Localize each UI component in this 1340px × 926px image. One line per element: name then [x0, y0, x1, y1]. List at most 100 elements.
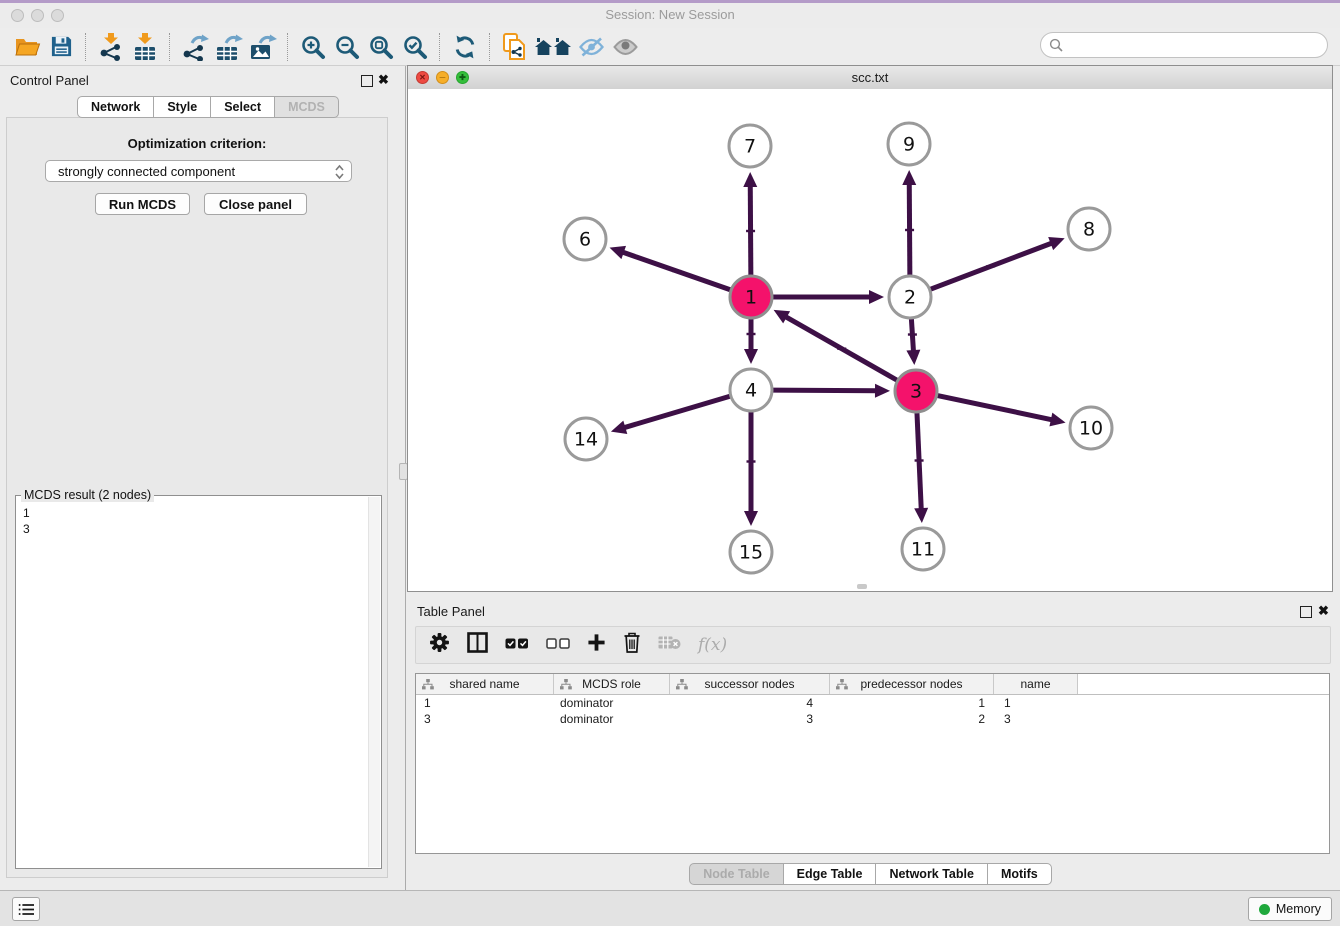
table-settings-gear-icon[interactable]: [429, 632, 450, 658]
dropdown-stepper-icon: [334, 164, 345, 183]
cell-name[interactable]: 3: [994, 711, 1078, 727]
cell-successor-nodes[interactable]: 4: [670, 695, 830, 711]
graph-node-9[interactable]: 9: [888, 123, 930, 165]
graph-node-15[interactable]: 15: [730, 531, 772, 573]
tab-edge-table[interactable]: Edge Table: [783, 863, 877, 885]
column-header-successor-nodes[interactable]: successor nodes: [670, 674, 830, 694]
graph-node-3[interactable]: 3: [895, 370, 937, 412]
export-network-icon[interactable]: [178, 31, 212, 63]
network-window-title: scc.txt: [408, 66, 1332, 89]
cell-successor-nodes[interactable]: 3: [670, 711, 830, 727]
edge-label-mark: [746, 230, 755, 232]
first-neighbors-icon[interactable]: [532, 31, 574, 63]
duplicate-network-icon[interactable]: [498, 31, 532, 63]
delete-table-icon[interactable]: [658, 635, 681, 655]
deselect-all-icon[interactable]: [546, 636, 570, 654]
toolbar-separator: [169, 33, 171, 61]
apply-layout-icon[interactable]: [448, 31, 482, 63]
edge-label-mark: [986, 265, 995, 267]
add-icon[interactable]: [587, 633, 606, 657]
tab-style[interactable]: Style: [153, 96, 211, 118]
svg-text:6: 6: [579, 229, 591, 251]
graph-edge-1-7[interactable]: [750, 184, 751, 275]
graph-node-14[interactable]: 14: [565, 418, 607, 460]
zoom-selected-icon[interactable]: [398, 31, 432, 63]
tab-network[interactable]: Network: [77, 96, 154, 118]
svg-text:14: 14: [574, 429, 598, 451]
import-network-icon[interactable]: [94, 31, 128, 63]
graph-edge-2-3[interactable]: [911, 319, 913, 353]
search-box[interactable]: [1040, 32, 1328, 58]
cell-mcds-role[interactable]: dominator: [554, 695, 670, 711]
export-table-icon[interactable]: [212, 31, 246, 63]
cell-shared-name[interactable]: 3: [416, 711, 554, 727]
tab-network-table[interactable]: Network Table: [875, 863, 988, 885]
graph-node-6[interactable]: 6: [564, 218, 606, 260]
zoom-out-icon[interactable]: [330, 31, 364, 63]
show-columns-icon[interactable]: [467, 632, 488, 658]
graph-node-2[interactable]: 2: [889, 276, 931, 318]
save-session-icon[interactable]: [44, 31, 78, 63]
cell-name[interactable]: 1: [994, 695, 1078, 711]
mcds-result-box: MCDS result (2 nodes) 13: [15, 495, 382, 869]
column-header-predecessor-nodes[interactable]: predecessor nodes: [830, 674, 994, 694]
control-panel-close-icon[interactable]: ✖: [378, 74, 389, 86]
svg-text:11: 11: [911, 539, 935, 561]
table-toolbar: f(x): [415, 626, 1331, 664]
tab-node-table[interactable]: Node Table: [689, 863, 783, 885]
network-window-titlebar[interactable]: ✕ ─ ✚ scc.txt: [408, 66, 1332, 90]
column-header-shared-name[interactable]: shared name: [416, 674, 554, 694]
result-scrollbar[interactable]: [368, 497, 380, 867]
import-table-icon[interactable]: [128, 31, 162, 63]
graph-node-8[interactable]: 8: [1068, 208, 1110, 250]
select-all-icon[interactable]: [505, 636, 529, 654]
table-row[interactable]: 1dominator411: [416, 695, 1329, 711]
cell-shared-name[interactable]: 1: [416, 695, 554, 711]
edge-label-mark: [990, 406, 999, 408]
close-panel-button[interactable]: Close panel: [204, 193, 307, 215]
hide-selected-icon[interactable]: [574, 31, 608, 63]
function-builder-icon[interactable]: f(x): [698, 635, 727, 655]
zoom-fit-icon[interactable]: [364, 31, 398, 63]
edge-arrow-icon: [743, 172, 757, 187]
graph-edge-3-11[interactable]: [917, 413, 921, 511]
graph-edge-2-9[interactable]: [909, 182, 910, 275]
delete-trash-icon[interactable]: [623, 632, 641, 658]
graph-node-11[interactable]: 11: [902, 528, 944, 570]
network-canvas[interactable]: 7 9 6 8 1 2 4 3 14 10 15 11: [408, 89, 1332, 591]
tab-motifs[interactable]: Motifs: [987, 863, 1052, 885]
graph-node-1[interactable]: 1: [730, 276, 772, 318]
tab-select[interactable]: Select: [210, 96, 275, 118]
svg-text:2: 2: [904, 287, 916, 309]
table-panel-close-icon[interactable]: ✖: [1318, 605, 1329, 617]
cell-predecessor-nodes[interactable]: 2: [830, 711, 994, 727]
graph-node-10[interactable]: 10: [1070, 407, 1112, 449]
zoom-in-icon[interactable]: [296, 31, 330, 63]
control-panel-float-icon[interactable]: [361, 75, 373, 87]
table-panel-title: Table Panel: [417, 604, 485, 619]
cell-predecessor-nodes[interactable]: 1: [830, 695, 994, 711]
edge-label-mark: [905, 229, 914, 231]
memory-button[interactable]: Memory: [1248, 897, 1332, 921]
table-panel-float-icon[interactable]: [1300, 606, 1312, 618]
table-row[interactable]: 3dominator323: [416, 711, 1329, 727]
column-header-name[interactable]: name: [994, 674, 1078, 694]
task-history-button[interactable]: [12, 897, 40, 921]
criterion-dropdown[interactable]: strongly connected component: [45, 160, 352, 182]
toolbar-separator: [85, 33, 87, 61]
run-mcds-button[interactable]: Run MCDS: [95, 193, 190, 215]
app-titlebar: Session: New Session: [0, 0, 1340, 31]
canvas-hscrollbar[interactable]: [857, 584, 867, 589]
graph-node-7[interactable]: 7: [729, 125, 771, 167]
tab-mcds[interactable]: MCDS: [274, 96, 339, 118]
list-icon: [18, 903, 34, 916]
export-image-icon[interactable]: [246, 31, 280, 63]
control-panel-title: Control Panel: [10, 73, 89, 88]
network-window: ✕ ─ ✚ scc.txt 7 9 6 8 1 2 4 3 14 10 15 11: [407, 65, 1333, 592]
open-session-icon[interactable]: [10, 31, 44, 63]
search-input[interactable]: [1069, 37, 1319, 54]
column-header-mcds-role[interactable]: MCDS role: [554, 674, 670, 694]
cell-mcds-role[interactable]: dominator: [554, 711, 670, 727]
graph-node-4[interactable]: 4: [730, 369, 772, 411]
show-all-icon[interactable]: [608, 31, 642, 63]
